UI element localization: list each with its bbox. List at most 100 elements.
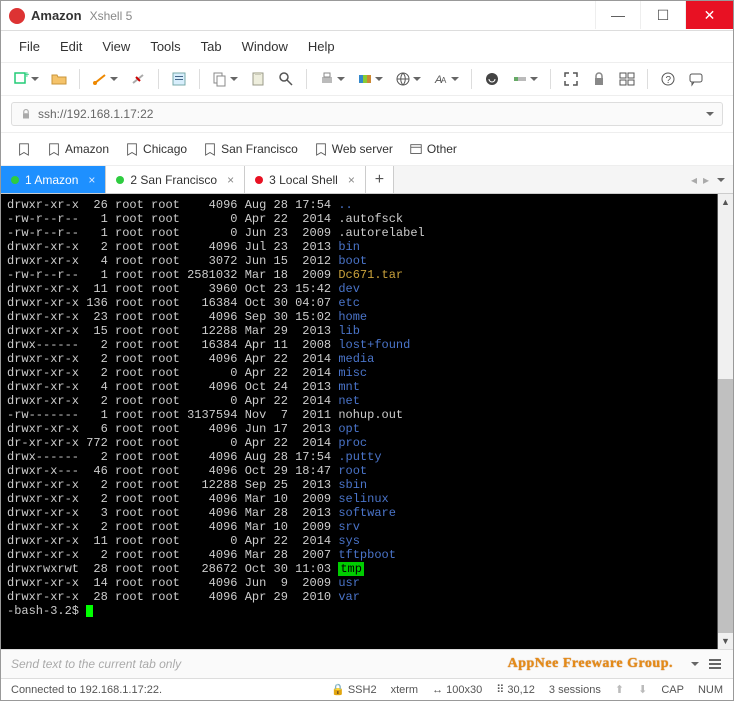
app-icon (9, 8, 25, 24)
tab-label: 1 Amazon (25, 173, 78, 187)
bookmark-web-server[interactable]: Web server (308, 139, 399, 159)
scroll-thumb[interactable] (718, 379, 733, 633)
toolbar: + AA ? (1, 62, 733, 96)
tab-close-button[interactable]: × (348, 173, 355, 187)
list-row: -rw-r--r-- 1 root root 2581032 Mar 18 20… (7, 268, 711, 282)
tab-close-button[interactable]: × (227, 173, 234, 187)
paste-button[interactable] (246, 67, 270, 91)
scroll-down-button[interactable]: ▼ (718, 633, 733, 649)
minimize-button[interactable]: — (595, 1, 640, 29)
titlebar: Amazon Xshell 5 — ☐ ✕ (1, 1, 733, 31)
status-bar: Connected to 192.168.1.17:22. 🔒 SSH2 xte… (1, 678, 733, 700)
help-button[interactable]: ? (656, 67, 680, 91)
menu-tools[interactable]: Tools (142, 35, 188, 58)
tab-prev-button[interactable]: ◂ (691, 173, 697, 187)
new-tab-button[interactable]: + (366, 166, 394, 193)
status-connection: Connected to 192.168.1.17:22. (11, 684, 162, 696)
find-button[interactable] (274, 67, 298, 91)
list-row: dr-xr-xr-x 772 root root 0 Apr 22 2014 p… (7, 436, 711, 450)
list-row: drwxr-xr-x 2 root root 4096 Mar 10 2009 … (7, 492, 711, 506)
font-button[interactable]: AA (429, 67, 463, 91)
list-row: drwxrwxrwt 28 root root 28672 Oct 30 11:… (7, 562, 711, 576)
title-app: Amazon (31, 8, 82, 23)
terminal[interactable]: drwxr-xr-x 26 root root 4096 Aug 28 17:5… (1, 194, 717, 649)
status-term: xterm (391, 684, 419, 696)
scrollbar[interactable]: ▲ ▼ (717, 194, 733, 649)
xagent-button[interactable] (480, 67, 504, 91)
tab-label: 2 San Francisco (130, 173, 217, 187)
list-row: drwxr-xr-x 3 root root 4096 Mar 28 2013 … (7, 506, 711, 520)
list-row: drwxr-xr-x 14 root root 4096 Jun 9 2009 … (7, 576, 711, 590)
scroll-up-button[interactable]: ▲ (718, 194, 733, 210)
open-button[interactable] (47, 67, 71, 91)
cursor (86, 605, 93, 617)
menu-view[interactable]: View (94, 35, 138, 58)
disconnect-button[interactable] (126, 67, 150, 91)
sessions-button[interactable] (615, 67, 639, 91)
status-num: NUM (698, 684, 723, 696)
separator (306, 69, 307, 89)
status-dot-icon (11, 176, 19, 184)
status-size: ↔ 100x30 (432, 684, 482, 696)
up-icon: ⬆ (615, 683, 624, 696)
list-row: drwxr-xr-x 28 root root 4096 Apr 29 2010… (7, 590, 711, 604)
address-bar: ssh://192.168.1.17:22 (1, 96, 733, 133)
list-row: -rw------- 1 root root 3137594 Nov 7 201… (7, 408, 711, 422)
address-text: ssh://192.168.1.17:22 (38, 107, 153, 121)
add-bookmark-button[interactable] (11, 139, 37, 159)
separator (199, 69, 200, 89)
reconnect-button[interactable] (88, 67, 122, 91)
watermark: AppNee Freeware Group. (508, 656, 673, 672)
list-row: drwxr-xr-x 6 root root 4096 Jun 17 2013 … (7, 422, 711, 436)
list-row: drwxr-xr-x 4 root root 4096 Oct 24 2013 … (7, 380, 711, 394)
separator (79, 69, 80, 89)
maximize-button[interactable]: ☐ (640, 1, 685, 29)
lock-button[interactable] (587, 67, 611, 91)
send-mode-button[interactable] (689, 657, 699, 671)
tab-next-button[interactable]: ▸ (703, 173, 709, 187)
list-row: drwxr-xr-x 4 root root 3072 Jun 15 2012 … (7, 254, 711, 268)
send-bar: Send text to the current tab only AppNee… (1, 649, 733, 678)
bookmark-chicago[interactable]: Chicago (119, 139, 193, 159)
tab-list-button[interactable] (715, 173, 725, 187)
list-row: drwxr-xr-x 2 root root 12288 Sep 25 2013… (7, 478, 711, 492)
status-proto: 🔒 SSH2 (331, 683, 377, 696)
tab-amazon[interactable]: 1 Amazon × (1, 166, 106, 193)
down-icon: ⬇ (638, 683, 647, 696)
print-button[interactable] (315, 67, 349, 91)
close-button[interactable]: ✕ (685, 1, 733, 29)
new-session-button[interactable]: + (9, 67, 43, 91)
title-sub: Xshell 5 (90, 9, 133, 23)
bookmark-other[interactable]: Other (403, 139, 463, 159)
address-dropdown-icon[interactable] (704, 107, 714, 121)
list-row: drwxr-xr-x 2 root root 4096 Mar 10 2009 … (7, 520, 711, 534)
list-row: drwxr-xr-x 136 root root 16384 Oct 30 04… (7, 296, 711, 310)
menu-file[interactable]: File (11, 35, 48, 58)
bookmark-san-francisco[interactable]: San Francisco (197, 139, 304, 159)
fullscreen-button[interactable] (559, 67, 583, 91)
properties-button[interactable] (167, 67, 191, 91)
tab-close-button[interactable]: × (88, 173, 95, 187)
bookmark-amazon[interactable]: Amazon (41, 139, 115, 159)
list-row: drwxr-xr-x 2 root root 0 Apr 22 2014 mis… (7, 366, 711, 380)
list-row: drwxr-xr-x 2 root root 4096 Apr 22 2014 … (7, 352, 711, 366)
menu-help[interactable]: Help (300, 35, 343, 58)
hamburger-icon[interactable] (707, 656, 723, 672)
menu-tab[interactable]: Tab (193, 35, 230, 58)
color-scheme-button[interactable] (353, 67, 387, 91)
address-input[interactable]: ssh://192.168.1.17:22 (11, 102, 723, 126)
menu-edit[interactable]: Edit (52, 35, 90, 58)
tunneling-button[interactable] (508, 67, 542, 91)
copy-button[interactable] (208, 67, 242, 91)
tab-san-francisco[interactable]: 2 San Francisco × (106, 166, 245, 193)
tab-local-shell[interactable]: 3 Local Shell × (245, 166, 366, 193)
status-sessions: 3 sessions (549, 684, 601, 696)
send-input[interactable]: Send text to the current tab only (11, 657, 500, 671)
menu-window[interactable]: Window (234, 35, 296, 58)
separator (471, 69, 472, 89)
tab-label: 3 Local Shell (269, 173, 338, 187)
feedback-button[interactable] (684, 67, 708, 91)
terminal-area: drwxr-xr-x 26 root root 4096 Aug 28 17:5… (1, 194, 733, 649)
encoding-button[interactable] (391, 67, 425, 91)
tabs: 1 Amazon × 2 San Francisco × 3 Local She… (1, 166, 733, 194)
